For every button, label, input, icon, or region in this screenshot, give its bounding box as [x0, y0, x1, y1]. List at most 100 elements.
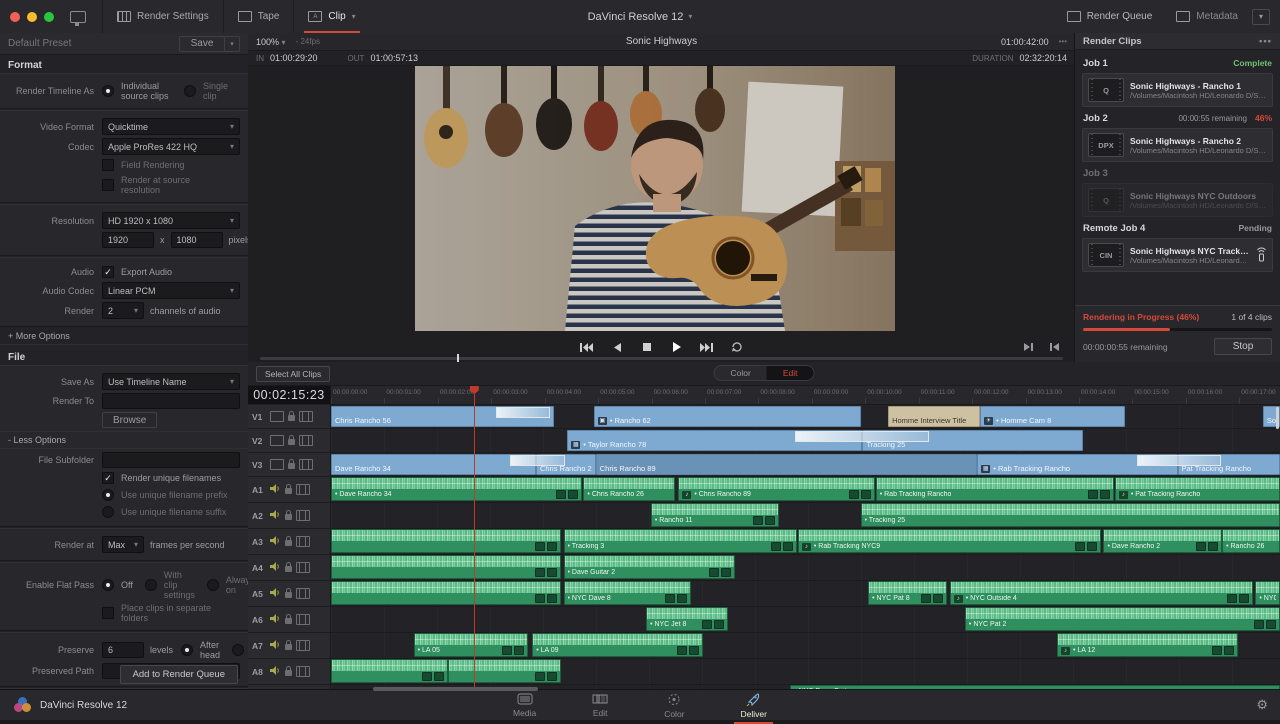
- lock-icon[interactable]: [288, 415, 295, 421]
- clip-tool-icon[interactable]: [547, 542, 557, 551]
- more-options-toggle[interactable]: + More Options: [0, 328, 248, 345]
- transition-handle[interactable]: [510, 455, 564, 466]
- lock-icon[interactable]: [285, 514, 292, 520]
- timeline-audio-clip[interactable]: • Rancho 11: [651, 503, 779, 527]
- close-window-icon[interactable]: [10, 12, 20, 22]
- timeline-clip[interactable]: ▣• Rancho 62: [594, 406, 861, 427]
- step-back-icon[interactable]: [610, 341, 624, 353]
- auto-select-icon[interactable]: [296, 588, 310, 599]
- timeline-audio-clip[interactable]: ♪• LA 12: [1057, 633, 1238, 657]
- timeline-audio-clip[interactable]: ♪• NYC Outside 4: [950, 581, 1254, 605]
- timeline-audio-clip[interactable]: [448, 659, 561, 683]
- timeline-vertical-scrollbar[interactable]: [1276, 407, 1279, 429]
- lock-icon[interactable]: [285, 670, 292, 676]
- auto-select-icon[interactable]: [296, 484, 310, 495]
- tab-render-settings[interactable]: Render Settings: [102, 0, 223, 33]
- speaker-icon[interactable]: [270, 588, 281, 600]
- timeline-clip[interactable]: Homme Interview Title: [888, 406, 980, 427]
- skip-back-icon[interactable]: [580, 341, 594, 353]
- app-title[interactable]: DaVinci Resolve 12▾: [588, 11, 693, 23]
- page-tab-media[interactable]: Media: [507, 692, 542, 722]
- tab-render-queue[interactable]: Render Queue: [1057, 11, 1163, 22]
- clip-tool-icon[interactable]: [535, 568, 545, 577]
- add-to-render-queue-button[interactable]: Add to Render Queue: [120, 665, 238, 684]
- after-head-radio[interactable]: [181, 644, 193, 656]
- timeline-audio-clip[interactable]: • NYC Dave 8: [564, 581, 691, 605]
- timeline-audio-clip[interactable]: • NYC Pat 2: [965, 607, 1280, 631]
- transition-handle[interactable]: [1137, 455, 1222, 466]
- tab-clip[interactable]: AClip▾: [293, 0, 369, 33]
- clip-tool-icon[interactable]: [547, 672, 557, 681]
- video-enable-icon[interactable]: [270, 411, 284, 422]
- fullscreen-viewer-icon[interactable]: [70, 11, 86, 23]
- edit-mode-tab[interactable]: Edit: [767, 366, 814, 380]
- clip-tool-icon[interactable]: [422, 672, 432, 681]
- width-field[interactable]: 1920: [102, 232, 154, 248]
- play-icon[interactable]: [670, 341, 684, 353]
- lock-icon[interactable]: [285, 488, 292, 494]
- clip-tool-icon[interactable]: [1212, 646, 1222, 655]
- goto-in-icon[interactable]: [1021, 341, 1035, 353]
- clip-tool-icon[interactable]: [547, 594, 557, 603]
- viewer-zoom-dropdown[interactable]: 100% ▾: [256, 37, 286, 47]
- lock-icon[interactable]: [285, 618, 292, 624]
- clip-tool-icon[interactable]: [535, 542, 545, 551]
- skip-forward-icon[interactable]: [700, 341, 714, 353]
- timeline-clip[interactable]: Dave Rancho 34: [331, 454, 536, 475]
- auto-select-icon[interactable]: [299, 459, 313, 470]
- job-card[interactable]: CINSonic Highways NYC Tracking 1/Volumes…: [1082, 238, 1273, 272]
- video-format-dropdown[interactable]: Quicktime: [102, 118, 240, 135]
- job-card[interactable]: QSonic Highways - Rancho 1/Volumes/Macin…: [1082, 73, 1273, 107]
- goto-out-icon[interactable]: [1047, 341, 1061, 353]
- stop-button[interactable]: Stop: [1214, 338, 1272, 355]
- clip-tool-icon[interactable]: [1075, 542, 1085, 551]
- flat-pass-always-radio[interactable]: [207, 579, 219, 591]
- clip-tool-icon[interactable]: [535, 672, 545, 681]
- timeline-audio-clip[interactable]: • Dave Rancho 34: [331, 477, 582, 501]
- timeline-horizontal-scrollbar[interactable]: [373, 687, 538, 691]
- panel-toggle-chevron-icon[interactable]: ▾: [1252, 9, 1270, 25]
- timeline-audio-clip[interactable]: [331, 659, 448, 683]
- auto-select-icon[interactable]: [296, 614, 310, 625]
- timeline-audio-clip[interactable]: • LA 09: [532, 633, 703, 657]
- speaker-icon[interactable]: [270, 562, 281, 574]
- clip-tool-icon[interactable]: [1208, 542, 1218, 551]
- clip-tool-icon[interactable]: [1100, 490, 1110, 499]
- field-rendering-checkbox[interactable]: [102, 159, 114, 171]
- codec-dropdown[interactable]: Apple ProRes 422 HQ: [102, 138, 240, 155]
- filename-suffix-radio[interactable]: [102, 506, 114, 518]
- page-tab-edit[interactable]: Edit: [586, 692, 614, 722]
- clip-tool-icon[interactable]: [1196, 542, 1206, 551]
- timeline-audio-clip[interactable]: ♪• Rab Tracking NYC9: [798, 529, 1101, 553]
- page-tab-deliver[interactable]: Deliver: [735, 692, 773, 722]
- timeline-clip[interactable]: ☀• Homme Cam 8: [980, 406, 1125, 427]
- file-subfolder-field[interactable]: [102, 452, 240, 468]
- zoom-window-icon[interactable]: [44, 12, 54, 22]
- timeline-audio-clip[interactable]: • Tracking 25: [861, 503, 1280, 527]
- speaker-icon[interactable]: [270, 614, 281, 626]
- auto-select-icon[interactable]: [296, 562, 310, 573]
- timeline-audio-clip[interactable]: ♪• Chris Rancho 89: [678, 477, 874, 501]
- audio-codec-dropdown[interactable]: Linear PCM: [102, 282, 240, 299]
- clip-tool-icon[interactable]: [689, 646, 699, 655]
- clip-tool-icon[interactable]: [1227, 594, 1237, 603]
- clip-tool-icon[interactable]: [434, 672, 444, 681]
- lock-icon[interactable]: [285, 540, 292, 546]
- save-as-dropdown[interactable]: Use Timeline Name: [102, 373, 240, 390]
- save-preset-dropdown[interactable]: ▾: [225, 36, 240, 52]
- transition-handle[interactable]: [496, 407, 550, 418]
- individual-clips-radio[interactable]: [102, 85, 114, 97]
- filename-prefix-radio[interactable]: [102, 489, 114, 501]
- clip-tool-icon[interactable]: [1254, 620, 1264, 629]
- clip-tool-icon[interactable]: [783, 542, 793, 551]
- clip-tool-icon[interactable]: [514, 646, 524, 655]
- clip-tool-icon[interactable]: [753, 516, 763, 525]
- timeline-audio-clip[interactable]: [331, 555, 561, 579]
- render-unique-checkbox[interactable]: [102, 472, 114, 484]
- height-field[interactable]: 1080: [171, 232, 223, 248]
- tab-tape[interactable]: Tape: [223, 0, 294, 33]
- speaker-icon[interactable]: [270, 484, 281, 496]
- job-card[interactable]: DPXSonic Highways - Rancho 2/Volumes/Mac…: [1082, 128, 1273, 162]
- auto-select-icon[interactable]: [296, 666, 310, 677]
- auto-select-icon[interactable]: [296, 640, 310, 651]
